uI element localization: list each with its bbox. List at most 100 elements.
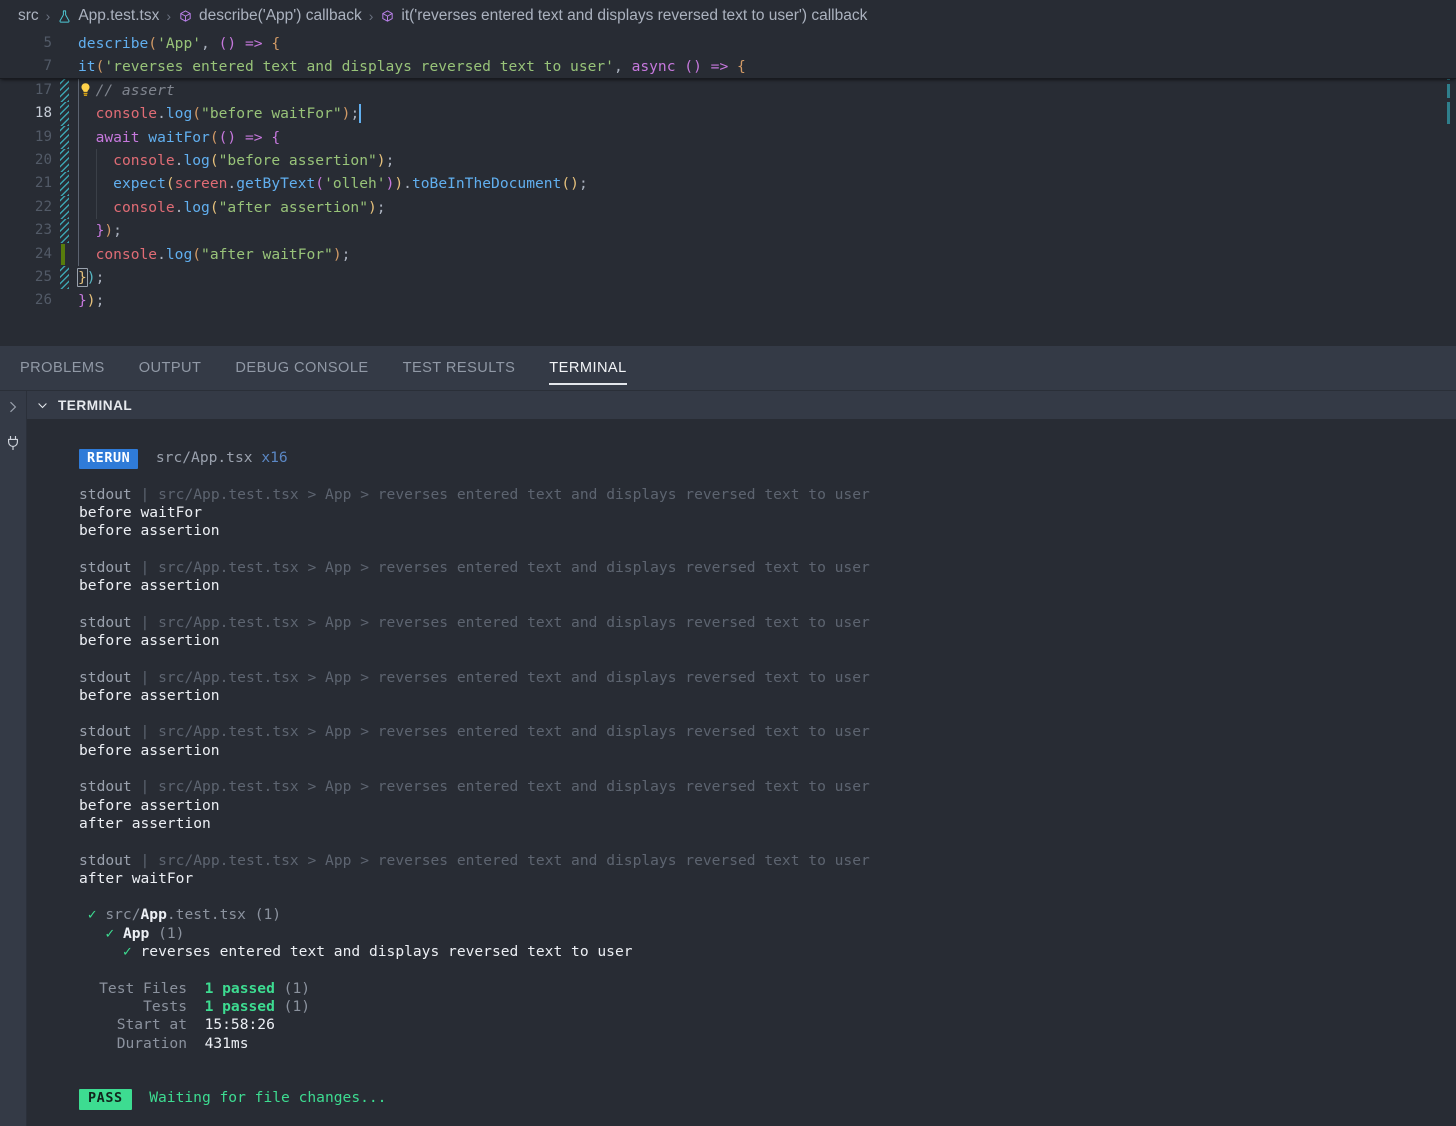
- breadcrumb-item-it[interactable]: it('reverses entered text and displays r…: [380, 7, 867, 25]
- check-icon: ✓: [79, 943, 141, 961]
- line-number: 7: [43, 58, 52, 75]
- terminal-side-toolbar[interactable]: [0, 391, 27, 1126]
- code-text: console.log("after waitFor");: [78, 243, 351, 266]
- code-text: it ('reverses entered text and displays r…: [78, 55, 746, 78]
- rerun-badge[interactable]: RERUN: [79, 449, 139, 470]
- summary-label: Test Files: [99, 979, 187, 997]
- stdout-context: src/App.test.tsx > App > reverses entere…: [158, 485, 870, 503]
- code-line[interactable]: 7 it ('reverses entered text and displays …: [0, 55, 1456, 78]
- stdout-output-line: before assertion: [79, 687, 1456, 705]
- stdout-context: src/App.test.tsx > App > reverses entere…: [158, 851, 870, 869]
- stdout-context: src/App.test.tsx > App > reverses entere…: [158, 668, 870, 686]
- stdout-context: src/App.test.tsx > App > reverses entere…: [158, 558, 870, 576]
- code-token: ;: [350, 105, 360, 123]
- tab-debug-console[interactable]: DEBUG CONSOLE: [235, 346, 368, 391]
- terminal-header[interactable]: TERMINAL: [0, 391, 1456, 419]
- breadcrumb-item-file[interactable]: App.test.tsx: [57, 7, 159, 25]
- summary-extra: (1): [283, 979, 311, 997]
- stdout-label: stdout: [79, 851, 132, 869]
- code-lines[interactable]: 17 // assert 18 console.log("before waitF…: [0, 78, 1456, 313]
- stdout-pipe: |: [140, 723, 150, 741]
- tab-output[interactable]: OUTPUT: [139, 346, 202, 391]
- stdout-header: stdout | src/App.test.tsx > App > revers…: [79, 669, 1456, 687]
- code-line[interactable]: 23 });: [0, 219, 1456, 243]
- stdout-context: src/App.test.tsx > App > reverses entere…: [158, 723, 870, 741]
- chevron-right-icon[interactable]: [2, 395, 24, 419]
- breadcrumb-item-describe[interactable]: describe('App') callback: [178, 7, 362, 25]
- code-token: ;: [578, 175, 588, 193]
- code-token: "after waitFor": [201, 245, 333, 263]
- text-cursor: [358, 104, 361, 124]
- code-token: "before waitFor": [201, 105, 342, 123]
- chevron-down-icon[interactable]: [36, 399, 49, 412]
- code-token: ): [693, 58, 702, 76]
- gutter-change-stripe: [60, 102, 69, 126]
- stdout-label: stdout: [79, 558, 132, 576]
- code-token: (: [192, 245, 202, 263]
- code-token: ): [104, 222, 114, 240]
- code-line[interactable]: 24 console.log("after waitFor");: [0, 242, 1456, 266]
- code-token: (: [148, 35, 158, 52]
- code-line[interactable]: 5 describe('App', () => {: [0, 32, 1456, 55]
- code-line[interactable]: 26});: [0, 289, 1456, 312]
- code-line[interactable]: 21 expect(screen.getByText('olleh')).toB…: [0, 172, 1456, 196]
- stdout-pipe: |: [140, 851, 150, 869]
- code-line[interactable]: 25});: [0, 265, 1456, 290]
- code-line[interactable]: 20 console.log("before assertion");: [0, 148, 1456, 173]
- breadcrumb-item-src[interactable]: src: [18, 7, 39, 25]
- code-token: ;: [341, 245, 351, 263]
- panel-tab-bar[interactable]: PROBLEMS OUTPUT DEBUG CONSOLE TEST RESULTS T…: [0, 346, 1456, 391]
- sticky-scroll-header[interactable]: 5 describe('App', () => { 7 it ('reverses en…: [0, 32, 1456, 79]
- plug-icon[interactable]: [2, 431, 24, 455]
- line-number: 19: [34, 128, 52, 145]
- line-number: 25: [34, 268, 52, 285]
- code-token: ): [570, 175, 579, 193]
- code-line[interactable]: 19 await waitFor(() => {: [0, 125, 1456, 149]
- summary-value: 1 passed: [204, 997, 275, 1015]
- stdout-output-line: after assertion: [79, 815, 1456, 833]
- terminal-rerun-row: RERUN src/App.tsx x16: [79, 449, 1456, 470]
- code-token: ;: [95, 268, 105, 286]
- code-editor[interactable]: 5 describe('App', () => { 7 it('reverses en…: [0, 32, 1456, 346]
- gutter-change-stripe: [60, 195, 69, 220]
- code-line[interactable]: 17 // assert: [0, 78, 1456, 103]
- stdout-pipe: |: [140, 558, 150, 576]
- code-text: console.log("before assertion");: [78, 149, 394, 172]
- stdout-header: stdout | src/App.test.tsx > App > revers…: [79, 723, 1456, 741]
- code-token: ): [332, 245, 342, 263]
- code-line[interactable]: 18 console.log("before waitFor");: [0, 102, 1456, 126]
- stdout-label: stdout: [79, 778, 132, 796]
- gutter-change-stripe: [60, 172, 69, 196]
- check-icon: ✓: [79, 924, 123, 942]
- code-token: .: [403, 175, 412, 193]
- tab-test-results[interactable]: TEST RESULTS: [403, 346, 516, 391]
- lightbulb-icon[interactable]: [78, 82, 93, 99]
- code-line[interactable]: 22 console.log("after assertion");: [0, 195, 1456, 220]
- terminal-output[interactable]: RERUN src/App.tsx x16 stdout | src/App.te…: [27, 419, 1456, 1126]
- breadcrumb[interactable]: src › App.test.tsx › describe('App') cal…: [0, 0, 1456, 32]
- terminal-footer: PASS Waiting for file changes...: [79, 1089, 1456, 1110]
- code-token: describe: [78, 35, 149, 52]
- code-token: ,: [613, 58, 632, 76]
- tab-problems[interactable]: PROBLEMS: [20, 346, 105, 391]
- result-file-name: App: [140, 906, 167, 924]
- breadcrumb-separator: ›: [45, 8, 51, 24]
- terminal-header-title: TERMINAL: [58, 397, 133, 413]
- code-token: ;: [376, 198, 386, 216]
- tab-terminal[interactable]: TERMINAL: [549, 346, 628, 391]
- bottom-panel: PROBLEMS OUTPUT DEBUG CONSOLE TEST RESULTS T…: [0, 346, 1456, 1126]
- vscode-window: src › App.test.tsx › describe('App') cal…: [0, 0, 1456, 1126]
- stdout-text: before assertion: [79, 741, 220, 759]
- code-token: console: [95, 245, 158, 263]
- overview-ruler[interactable]: [1440, 32, 1454, 346]
